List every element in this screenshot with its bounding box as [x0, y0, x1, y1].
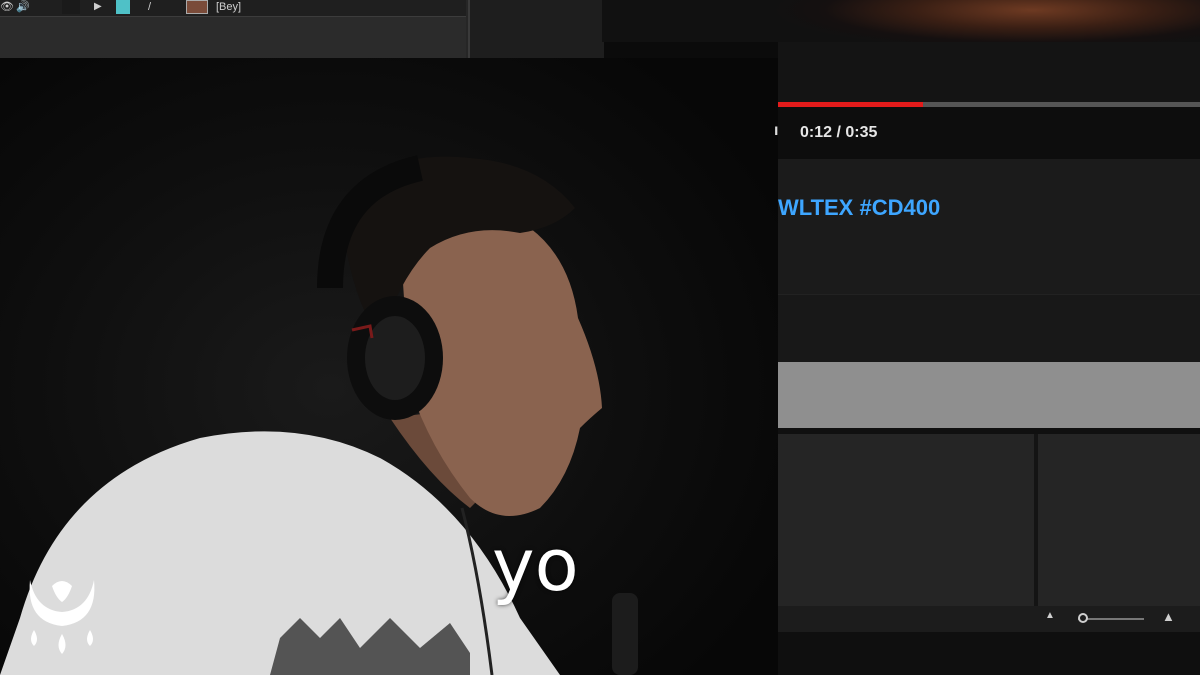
- browser-panel: ı 0:12 / 0:35 WLTEX #CD400 ▲ ▲: [774, 42, 1200, 675]
- background-glow: [602, 0, 1200, 42]
- video-controls: ı 0:12 / 0:35: [774, 107, 1200, 159]
- speaker-icon[interactable]: 🔊: [16, 0, 38, 14]
- editor-side-panel: [468, 0, 604, 58]
- zoom-bar: ▲ ▲: [778, 606, 1200, 632]
- content-panel-right: [1038, 434, 1200, 606]
- label-color-chip[interactable]: [116, 0, 130, 14]
- layer-thumbnail[interactable]: [186, 0, 208, 14]
- volume-icon[interactable]: ı: [774, 122, 778, 140]
- streamer-silhouette: [0, 155, 638, 675]
- zoom-out-icon[interactable]: ▲: [1045, 610, 1055, 621]
- crescent-drops-logo: [29, 580, 95, 654]
- video-actions-row: [778, 294, 1200, 363]
- video-title-area: WLTEX #CD400: [778, 159, 1200, 294]
- pen-icon[interactable]: /: [148, 0, 158, 14]
- editor-window: 👁 🔊 ▶ / [Bey]: [0, 0, 604, 58]
- layer-swatch[interactable]: [62, 0, 80, 14]
- stream-screen: 👁 🔊 ▶ / [Bey] ı 0:12 / 0:35 WLTEX #CD400…: [0, 0, 1200, 675]
- video-hashtags[interactable]: WLTEX #CD400: [778, 195, 940, 221]
- zoom-in-icon[interactable]: ▲: [1162, 609, 1175, 624]
- content-panel-left: [778, 434, 1034, 606]
- panel-footer: [778, 632, 1200, 675]
- zoom-slider-handle[interactable]: [1078, 613, 1089, 623]
- editor-layer-toolbar: 👁 🔊 ▶ / [Bey]: [0, 0, 466, 17]
- layer-name[interactable]: [Bey]: [216, 0, 266, 14]
- editor-timeline-area: [0, 17, 466, 58]
- play-icon[interactable]: ▶: [94, 0, 108, 14]
- eye-icon[interactable]: 👁: [0, 0, 14, 14]
- caption-text: yo: [492, 523, 579, 607]
- video-time-display: 0:12 / 0:35: [800, 124, 878, 141]
- webcam-feed: [0, 58, 778, 675]
- channel-banner: [778, 362, 1200, 428]
